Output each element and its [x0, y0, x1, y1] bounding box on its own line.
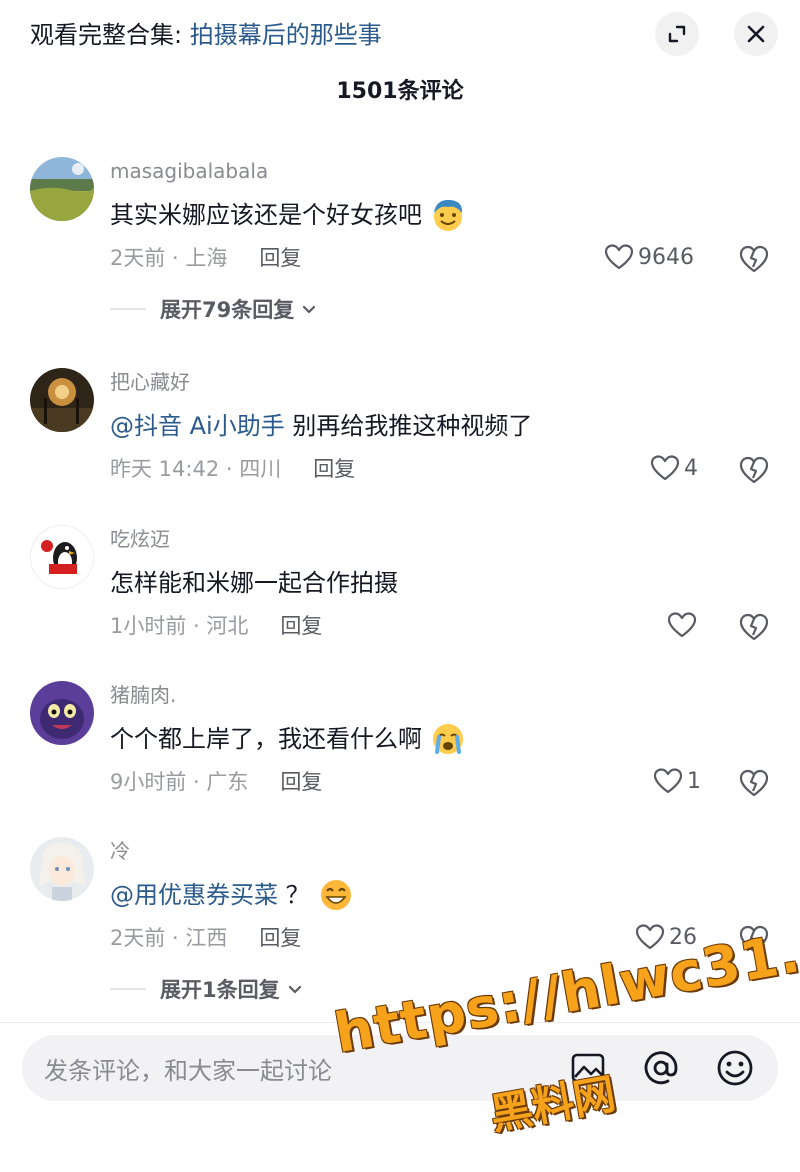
like-button[interactable]: 4: [650, 454, 698, 482]
comment-body: ？: [278, 881, 310, 909]
reply-button[interactable]: 回复: [280, 611, 322, 641]
avatar[interactable]: [30, 525, 94, 589]
chevron-down-icon: [303, 305, 316, 314]
comment-body: 别再给我推这种视频了: [284, 412, 533, 440]
emoji-icon[interactable]: [714, 1047, 756, 1089]
comment-text: 怎样能和米娜一起合作拍摄: [110, 565, 770, 601]
comment-text: @抖音 Ai小助手 别再给我推这种视频了: [110, 408, 770, 444]
time-location: 9小时前 · 广东: [110, 770, 249, 794]
like-count: 9646: [638, 244, 694, 270]
like-button[interactable]: 1: [653, 767, 701, 795]
reply-button[interactable]: 回复: [280, 767, 322, 797]
grinning-emoji: [320, 880, 351, 910]
like-count: 4: [684, 455, 698, 481]
collection-title[interactable]: 拍摄幕后的那些事: [190, 21, 382, 49]
comment-body: 其实米娜应该还是个好女孩吧: [110, 201, 422, 229]
close-button[interactable]: [734, 12, 778, 56]
chevron-down-icon: [288, 985, 301, 994]
collection-link[interactable]: 观看完整合集: 拍摄幕后的那些事: [30, 18, 382, 52]
dislike-icon[interactable]: [738, 243, 770, 275]
mention-link[interactable]: @抖音 Ai小助手: [110, 408, 285, 444]
username[interactable]: 冷: [110, 837, 770, 865]
avatar[interactable]: [30, 681, 94, 745]
dislike-icon[interactable]: [738, 767, 770, 799]
comment-body: 怎样能和米娜一起合作拍摄: [110, 569, 398, 597]
comment-text: @用优惠券买菜 ？: [110, 877, 770, 913]
expand-replies-label: 展开79条回复: [160, 298, 295, 322]
close-icon: [747, 25, 765, 43]
dislike-icon[interactable]: [738, 611, 770, 643]
like-button[interactable]: [667, 611, 701, 639]
time-location: 2天前 · 江西: [110, 926, 228, 950]
like-count: 1: [687, 768, 701, 794]
avatar[interactable]: [30, 368, 94, 432]
expand-replies[interactable]: 展开79条回复: [110, 294, 318, 324]
time-location: 昨天 14:42 · 四川: [110, 457, 282, 481]
avatar[interactable]: [30, 837, 94, 901]
comment-text: 个个都上岸了，我还看什么啊: [110, 721, 770, 757]
username[interactable]: 把心藏好: [110, 368, 770, 396]
comment-text: 其实米娜应该还是个好女孩吧: [110, 197, 770, 233]
comment-input[interactable]: 发条评论，和大家一起讨论: [44, 1051, 332, 1086]
heart-icon: [653, 768, 683, 794]
heart-icon: [604, 244, 634, 270]
expand-replies-label: 展开1条回复: [160, 978, 280, 1002]
time-location: 2天前 · 上海: [110, 246, 228, 270]
reply-button[interactable]: 回复: [259, 243, 301, 273]
username[interactable]: 吃炫迈: [110, 525, 770, 553]
like-button[interactable]: 9646: [604, 243, 694, 271]
username[interactable]: 猪腩肉.: [110, 681, 770, 709]
reply-button[interactable]: 回复: [259, 923, 301, 953]
divider-line: [110, 308, 146, 310]
crying-emoji: [433, 724, 463, 754]
comment-body: 个个都上岸了，我还看什么啊: [110, 725, 422, 753]
expand-replies[interactable]: 展开1条回复: [110, 974, 304, 1004]
time-location: 1小时前 · 河北: [110, 614, 249, 638]
collection-prefix: 观看完整合集:: [30, 21, 190, 49]
expand-button[interactable]: [655, 12, 699, 56]
avatar[interactable]: [30, 157, 94, 221]
mention-link[interactable]: @用优惠券买菜: [110, 877, 278, 913]
username[interactable]: masagibalabala: [110, 157, 770, 185]
comments-header: 观看完整合集: 拍摄幕后的那些事 1501条评论: [0, 0, 800, 130]
heart-icon: [667, 612, 697, 638]
divider-line: [110, 988, 146, 990]
heart-icon: [650, 455, 680, 481]
dislike-icon[interactable]: [738, 454, 770, 486]
at-mention-icon[interactable]: [640, 1047, 682, 1089]
comment-count: 1501条评论: [336, 79, 464, 104]
sweat-smile-emoji: [434, 199, 463, 231]
expand-icon: [668, 25, 686, 43]
reply-button[interactable]: 回复: [313, 454, 355, 484]
